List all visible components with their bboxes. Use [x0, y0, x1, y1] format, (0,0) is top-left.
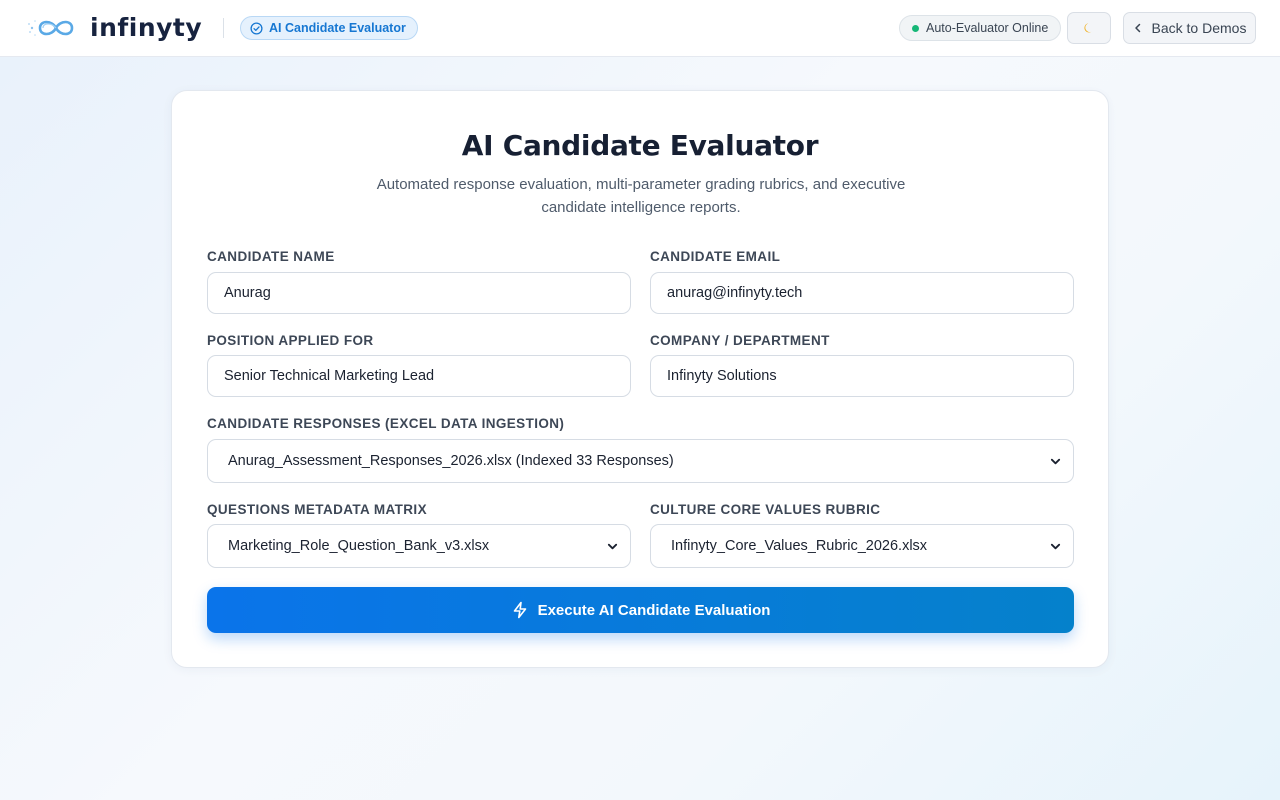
candidate-email-input[interactable]: [650, 272, 1074, 314]
responses-selected-value: Anurag_Assessment_Responses_2026.xlsx (I…: [228, 453, 674, 469]
back-to-demos-button[interactable]: Back to Demos: [1123, 12, 1256, 44]
back-button-label: Back to Demos: [1151, 20, 1247, 36]
page-subtitle: Automated response evaluation, multi-par…: [376, 176, 906, 216]
company-label: COMPANY / DEPARTMENT: [650, 333, 830, 348]
brand-logo[interactable]: infinyty: [26, 14, 202, 42]
execute-button-label: Execute AI Candidate Evaluation: [537, 601, 771, 619]
status-badge: Auto-Evaluator Online: [899, 15, 1062, 41]
product-badge: AI Candidate Evaluator: [240, 16, 418, 40]
candidate-email-label: CANDIDATE EMAIL: [650, 249, 781, 264]
culture-label: CULTURE CORE VALUES RUBRIC: [650, 502, 881, 517]
position-input[interactable]: [207, 355, 631, 397]
questions-selected-value: Marketing_Role_Question_Bank_v3.xlsx: [228, 538, 490, 554]
evaluator-card: AI Candidate Evaluator Automated respons…: [171, 90, 1109, 668]
questions-label: QUESTIONS METADATA MATRIX: [207, 502, 427, 517]
status-text: Auto-Evaluator Online: [926, 21, 1049, 35]
infinity-logo-icon: [28, 20, 74, 36]
culture-select[interactable]: Infinyty_Core_Values_Rubric_2026.xlsx: [650, 524, 1074, 568]
questions-select[interactable]: Marketing_Role_Question_Bank_v3.xlsx: [207, 524, 631, 568]
top-navbar: infinyty AI Candidate Evaluator Auto-Eva…: [0, 0, 1280, 57]
brand-name: infinyty: [90, 13, 203, 42]
company-input[interactable]: [650, 355, 1074, 397]
responses-label: CANDIDATE RESPONSES (EXCEL DATA INGESTIO…: [207, 416, 565, 431]
moon-icon: [1084, 23, 1092, 33]
theme-toggle-button[interactable]: [1067, 12, 1111, 44]
culture-selected-value: Infinyty_Core_Values_Rubric_2026.xlsx: [671, 538, 928, 554]
chevron-down-icon: [607, 543, 618, 549]
status-dot-icon: [912, 24, 919, 32]
candidate-name-label: CANDIDATE NAME: [207, 249, 335, 264]
responses-select[interactable]: Anurag_Assessment_Responses_2026.xlsx (I…: [207, 439, 1074, 483]
position-label: POSITION APPLIED FOR: [207, 333, 374, 348]
chevron-down-icon: [1050, 543, 1061, 549]
product-badge-label: AI Candidate Evaluator: [269, 21, 406, 35]
candidate-name-input[interactable]: [207, 272, 631, 314]
chevron-left-icon: [1134, 23, 1140, 33]
check-circle-icon: [250, 21, 263, 35]
execute-evaluation-button[interactable]: Execute AI Candidate Evaluation: [207, 587, 1074, 633]
page-title: AI Candidate Evaluator: [461, 129, 819, 162]
header-divider: [223, 18, 224, 38]
chevron-down-icon: [1050, 458, 1061, 464]
lightning-bolt-icon: [513, 601, 526, 619]
